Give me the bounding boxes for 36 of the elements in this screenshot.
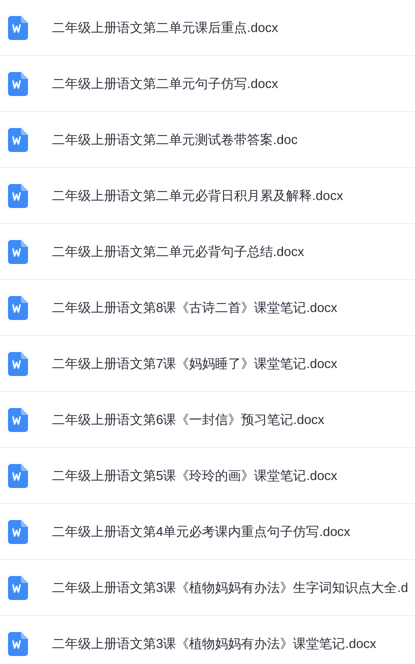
file-row[interactable]: 二年级上册语文第6课《一封信》预习笔记.docx (0, 392, 415, 448)
file-name: 二年级上册语文第8课《古诗二首》课堂笔记.docx (52, 298, 338, 317)
word-document-icon (8, 408, 28, 432)
word-document-icon (8, 296, 28, 320)
file-row[interactable]: 二年级上册语文第5课《玲玲的画》课堂笔记.docx (0, 448, 415, 504)
file-name: 二年级上册语文第3课《植物妈妈有办法》生字词知识点大全.d (52, 578, 408, 597)
word-document-icon (8, 128, 28, 152)
file-name: 二年级上册语文第6课《一封信》预习笔记.docx (52, 410, 324, 429)
file-name: 二年级上册语文第7课《妈妈睡了》课堂笔记.docx (52, 354, 338, 373)
file-name: 二年级上册语文第二单元必背句子总结.docx (52, 242, 304, 261)
file-name: 二年级上册语文第3课《植物妈妈有办法》课堂笔记.docx (52, 634, 376, 653)
file-name: 二年级上册语文第二单元句子仿写.docx (52, 74, 278, 93)
word-document-icon (8, 72, 28, 96)
file-row[interactable]: 二年级上册语文第3课《植物妈妈有办法》课堂笔记.docx (0, 616, 415, 664)
file-name: 二年级上册语文第二单元课后重点.docx (52, 18, 278, 37)
file-row[interactable]: 二年级上册语文第二单元课后重点.docx (0, 0, 415, 56)
file-row[interactable]: 二年级上册语文第8课《古诗二首》课堂笔记.docx (0, 280, 415, 336)
word-document-icon (8, 184, 28, 208)
file-name: 二年级上册语文第二单元必背日积月累及解释.docx (52, 186, 344, 205)
file-row[interactable]: 二年级上册语文第二单元测试卷带答案.doc (0, 112, 415, 168)
file-name: 二年级上册语文第5课《玲玲的画》课堂笔记.docx (52, 466, 338, 485)
file-row[interactable]: 二年级上册语文第二单元句子仿写.docx (0, 56, 415, 112)
file-row[interactable]: 二年级上册语文第二单元必背日积月累及解释.docx (0, 168, 415, 224)
word-document-icon (8, 16, 28, 40)
file-row[interactable]: 二年级上册语文第二单元必背句子总结.docx (0, 224, 415, 280)
word-document-icon (8, 352, 28, 376)
file-row[interactable]: 二年级上册语文第4单元必考课内重点句子仿写.docx (0, 504, 415, 560)
word-document-icon (8, 464, 28, 488)
word-document-icon (8, 240, 28, 264)
file-name: 二年级上册语文第二单元测试卷带答案.doc (52, 130, 298, 149)
file-name: 二年级上册语文第4单元必考课内重点句子仿写.docx (52, 522, 350, 541)
word-document-icon (8, 576, 28, 600)
word-document-icon (8, 520, 28, 544)
file-row[interactable]: 二年级上册语文第3课《植物妈妈有办法》生字词知识点大全.d (0, 560, 415, 616)
word-document-icon (8, 632, 28, 656)
file-row[interactable]: 二年级上册语文第7课《妈妈睡了》课堂笔记.docx (0, 336, 415, 392)
